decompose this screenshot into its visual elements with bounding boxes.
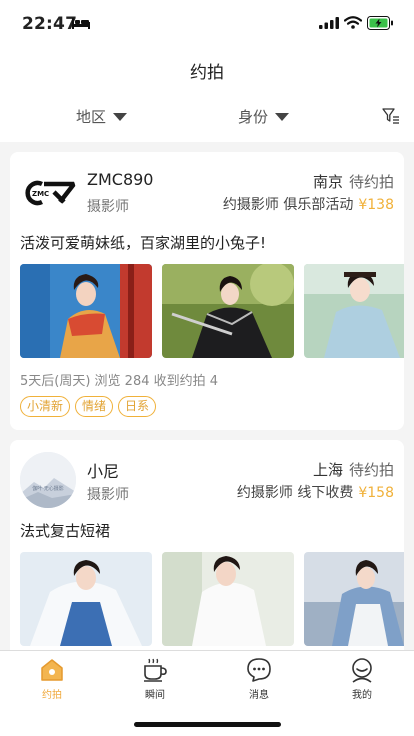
user-role: 摄影师 — [87, 199, 129, 215]
post-state-label: 待约拍 — [348, 461, 394, 479]
coffee-cup-icon — [144, 658, 167, 682]
filter-bar: 地区 身份 — [0, 92, 414, 142]
avatar-logo-text: 伽叶·无心摄影 — [32, 485, 64, 492]
tab-wode[interactable]: 我的 — [332, 657, 392, 701]
post-description: 活泼可爱萌妹纸，百家湖里的小兔子! — [20, 234, 267, 252]
home-indicator[interactable] — [134, 722, 281, 727]
zmc-logo-icon: ZMC — [25, 180, 76, 206]
post-meta: 5天后(周天) 浏览 284 收到约拍 4 — [20, 374, 219, 389]
post-state-label: 待约拍 — [348, 173, 394, 191]
navigation-bar: 约拍 — [0, 46, 414, 92]
price-label: ¥158 — [358, 485, 394, 501]
post-photo[interactable] — [20, 552, 152, 646]
photo-strip[interactable] — [20, 552, 404, 646]
city-label: 上海 — [312, 461, 343, 479]
battery-charging-icon — [367, 16, 393, 30]
tab-label: 我的 — [352, 690, 372, 701]
post-photo[interactable] — [162, 552, 294, 646]
post-photo[interactable] — [304, 552, 404, 646]
username[interactable]: 小尼 — [87, 458, 119, 482]
home-icon — [41, 659, 63, 681]
photo-strip[interactable] — [20, 264, 404, 358]
post-photo[interactable] — [20, 264, 152, 358]
cellular-signal-icon — [319, 17, 339, 29]
post-details: 约摄影师 线下收费 ¥158 — [237, 482, 394, 502]
wifi-icon — [344, 16, 362, 29]
post-card[interactable]: ZMC ZMC890 摄影师 南京 待约拍 约摄影师 俱乐部活动 ¥138 活泼可爱… — [10, 152, 404, 430]
tab-xiaoxi[interactable]: 消息 — [229, 657, 289, 701]
fee-type-label: 线下收费 — [297, 485, 354, 501]
tab-shunjian[interactable]: 瞬间 — [125, 657, 185, 701]
avatar-logo-text: ZMC — [32, 190, 49, 198]
sleep-bed-icon — [72, 18, 90, 29]
area-filter-dropdown[interactable]: 地区 — [76, 106, 128, 127]
tag[interactable]: 情绪 — [75, 396, 114, 417]
tab-yuepai[interactable]: 约拍 — [22, 657, 82, 701]
page-title: 约拍 — [190, 63, 224, 83]
area-filter-label: 地区 — [76, 108, 107, 126]
chat-bubble-icon — [247, 658, 271, 682]
post-description: 法式复古短裙 — [20, 522, 111, 540]
tab-label: 约拍 — [42, 690, 62, 701]
location-status: 上海 待约拍 — [313, 459, 394, 480]
avatar[interactable]: 伽叶·无心摄影 — [20, 452, 76, 508]
triangle-down-icon — [275, 112, 290, 121]
seeking-label: 约摄影师 — [236, 485, 293, 501]
fee-type-label: 俱乐部活动 — [283, 197, 354, 213]
identity-filter-dropdown[interactable]: 身份 — [238, 106, 290, 127]
status-bar: 22:47 — [0, 0, 414, 46]
post-photo[interactable] — [304, 264, 404, 358]
tab-label: 瞬间 — [145, 690, 165, 701]
mountain-landscape-icon: 伽叶·无心摄影 — [20, 452, 76, 508]
triangle-down-icon — [113, 112, 128, 121]
post-card[interactable]: 伽叶·无心摄影 小尼 摄影师 上海 待约拍 约摄影师 线下收费 ¥158 法式复古短… — [10, 440, 404, 660]
user-role: 摄影师 — [87, 487, 129, 503]
tag[interactable]: 日系 — [118, 396, 157, 417]
identity-filter-label: 身份 — [238, 108, 269, 126]
post-photo[interactable] — [162, 264, 294, 358]
username[interactable]: ZMC890 — [87, 170, 153, 189]
avatar[interactable]: ZMC — [20, 164, 76, 220]
city-label: 南京 — [312, 173, 343, 191]
price-label: ¥138 — [358, 197, 394, 213]
tag-list: 小清新 情绪 日系 — [20, 396, 157, 417]
seeking-label: 约摄影师 — [222, 197, 279, 213]
clock-time: 22:47 — [22, 14, 78, 34]
filter-funnel-icon[interactable] — [382, 108, 400, 124]
location-status: 南京 待约拍 — [313, 171, 394, 192]
user-face-icon — [352, 658, 372, 683]
post-details: 约摄影师 俱乐部活动 ¥138 — [223, 194, 394, 214]
tab-label: 消息 — [249, 690, 269, 701]
tag[interactable]: 小清新 — [20, 396, 71, 417]
